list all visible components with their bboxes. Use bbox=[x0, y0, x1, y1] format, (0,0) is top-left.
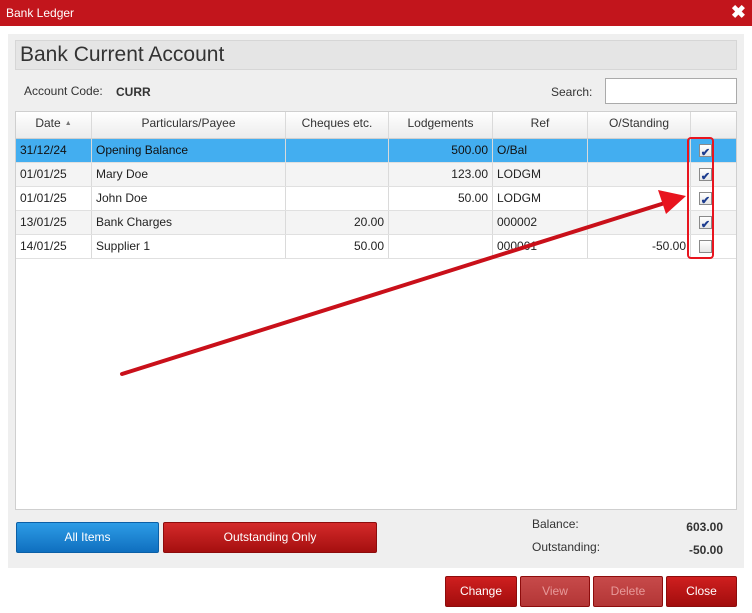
cell-reconciled: ✔ bbox=[691, 187, 736, 210]
reconciled-checkbox[interactable]: ✔ bbox=[699, 216, 712, 231]
reconciled-checkbox[interactable]: ✔ bbox=[699, 192, 712, 207]
balance-value: 603.00 bbox=[686, 520, 723, 534]
checkmark-icon: ✔ bbox=[700, 219, 711, 231]
column-header-check[interactable] bbox=[691, 112, 736, 138]
close-icon[interactable]: ✖ bbox=[731, 2, 746, 22]
cell-outstanding bbox=[588, 139, 691, 162]
table-row[interactable]: 14/01/25 Supplier 1 50.00 000001 -50.00 bbox=[16, 235, 736, 259]
cell-ref: 000001 bbox=[493, 235, 588, 258]
table-row[interactable]: 01/01/25 John Doe 50.00 LODGM ✔ bbox=[16, 187, 736, 211]
cell-outstanding: -50.00 bbox=[588, 235, 691, 258]
reconciled-checkbox[interactable]: ✔ bbox=[699, 144, 712, 159]
window-title: Bank Ledger bbox=[6, 6, 75, 20]
checkmark-icon: ✔ bbox=[700, 147, 711, 159]
balance-label: Balance: bbox=[532, 517, 579, 531]
cell-ref: 000002 bbox=[493, 211, 588, 234]
account-code-value: CURR bbox=[116, 85, 151, 99]
cell-date: 31/12/24 bbox=[16, 139, 92, 162]
column-header-label: Date bbox=[35, 116, 61, 130]
cell-date: 14/01/25 bbox=[16, 235, 92, 258]
reconciled-checkbox[interactable] bbox=[699, 240, 712, 253]
column-header-ref[interactable]: Ref bbox=[493, 112, 588, 138]
cell-payee: Opening Balance bbox=[92, 139, 286, 162]
cell-payee: Bank Charges bbox=[92, 211, 286, 234]
cell-lodgements bbox=[389, 235, 493, 258]
column-header-date[interactable]: Date ▲ bbox=[16, 112, 92, 138]
account-code-label: Account Code: bbox=[24, 84, 103, 98]
search-label: Search: bbox=[551, 85, 593, 99]
cell-ref: LODGM bbox=[493, 187, 588, 210]
cell-lodgements: 500.00 bbox=[389, 139, 493, 162]
delete-button[interactable]: Delete bbox=[593, 576, 663, 607]
cell-cheques: 50.00 bbox=[286, 235, 389, 258]
cell-outstanding bbox=[588, 163, 691, 186]
cell-payee: Mary Doe bbox=[92, 163, 286, 186]
table-row[interactable]: 13/01/25 Bank Charges 20.00 000002 ✔ bbox=[16, 211, 736, 235]
cell-ref: O/Bal bbox=[493, 139, 588, 162]
cell-ref: LODGM bbox=[493, 163, 588, 186]
column-header-payee[interactable]: Particulars/Payee bbox=[92, 112, 286, 138]
cell-date: 01/01/25 bbox=[16, 163, 92, 186]
cell-cheques bbox=[286, 187, 389, 210]
table-row[interactable]: 01/01/25 Mary Doe 123.00 LODGM ✔ bbox=[16, 163, 736, 187]
cell-payee: Supplier 1 bbox=[92, 235, 286, 258]
cell-cheques bbox=[286, 163, 389, 186]
column-header-outstanding[interactable]: O/Standing bbox=[588, 112, 691, 138]
close-button[interactable]: Close bbox=[666, 576, 737, 607]
cell-cheques: 20.00 bbox=[286, 211, 389, 234]
account-heading: Bank Current Account bbox=[15, 40, 737, 70]
search-input[interactable] bbox=[605, 78, 737, 104]
cell-reconciled: ✔ bbox=[691, 139, 736, 162]
window-titlebar: Bank Ledger ✖ bbox=[0, 0, 752, 26]
view-button[interactable]: View bbox=[520, 576, 590, 607]
outstanding-value: -50.00 bbox=[688, 543, 723, 557]
cell-reconciled: ✔ bbox=[691, 163, 736, 186]
cell-outstanding bbox=[588, 211, 691, 234]
all-items-button[interactable]: All Items bbox=[16, 522, 159, 553]
cell-reconciled: ✔ bbox=[691, 211, 736, 234]
checkmark-icon: ✔ bbox=[700, 195, 711, 207]
table-row[interactable]: 31/12/24 Opening Balance 500.00 O/Bal ✔ bbox=[16, 139, 736, 163]
reconciled-checkbox[interactable]: ✔ bbox=[699, 168, 712, 183]
sort-ascending-icon: ▲ bbox=[64, 120, 72, 128]
cell-lodgements: 123.00 bbox=[389, 163, 493, 186]
outstanding-label: Outstanding: bbox=[532, 540, 601, 554]
cell-lodgements bbox=[389, 211, 493, 234]
cell-lodgements: 50.00 bbox=[389, 187, 493, 210]
cell-date: 13/01/25 bbox=[16, 211, 92, 234]
cell-date: 01/01/25 bbox=[16, 187, 92, 210]
change-button[interactable]: Change bbox=[445, 576, 517, 607]
cell-reconciled bbox=[691, 235, 736, 258]
ledger-table: Date ▲ Particulars/Payee Cheques etc. Lod… bbox=[15, 111, 737, 510]
cell-outstanding bbox=[588, 187, 691, 210]
checkmark-icon: ✔ bbox=[700, 171, 711, 183]
cell-cheques bbox=[286, 139, 389, 162]
column-header-lodgements[interactable]: Lodgements bbox=[389, 112, 493, 138]
cell-payee: John Doe bbox=[92, 187, 286, 210]
column-header-cheques[interactable]: Cheques etc. bbox=[286, 112, 389, 138]
outstanding-only-button[interactable]: Outstanding Only bbox=[163, 522, 377, 553]
table-header: Date ▲ Particulars/Payee Cheques etc. Lod… bbox=[16, 112, 736, 139]
